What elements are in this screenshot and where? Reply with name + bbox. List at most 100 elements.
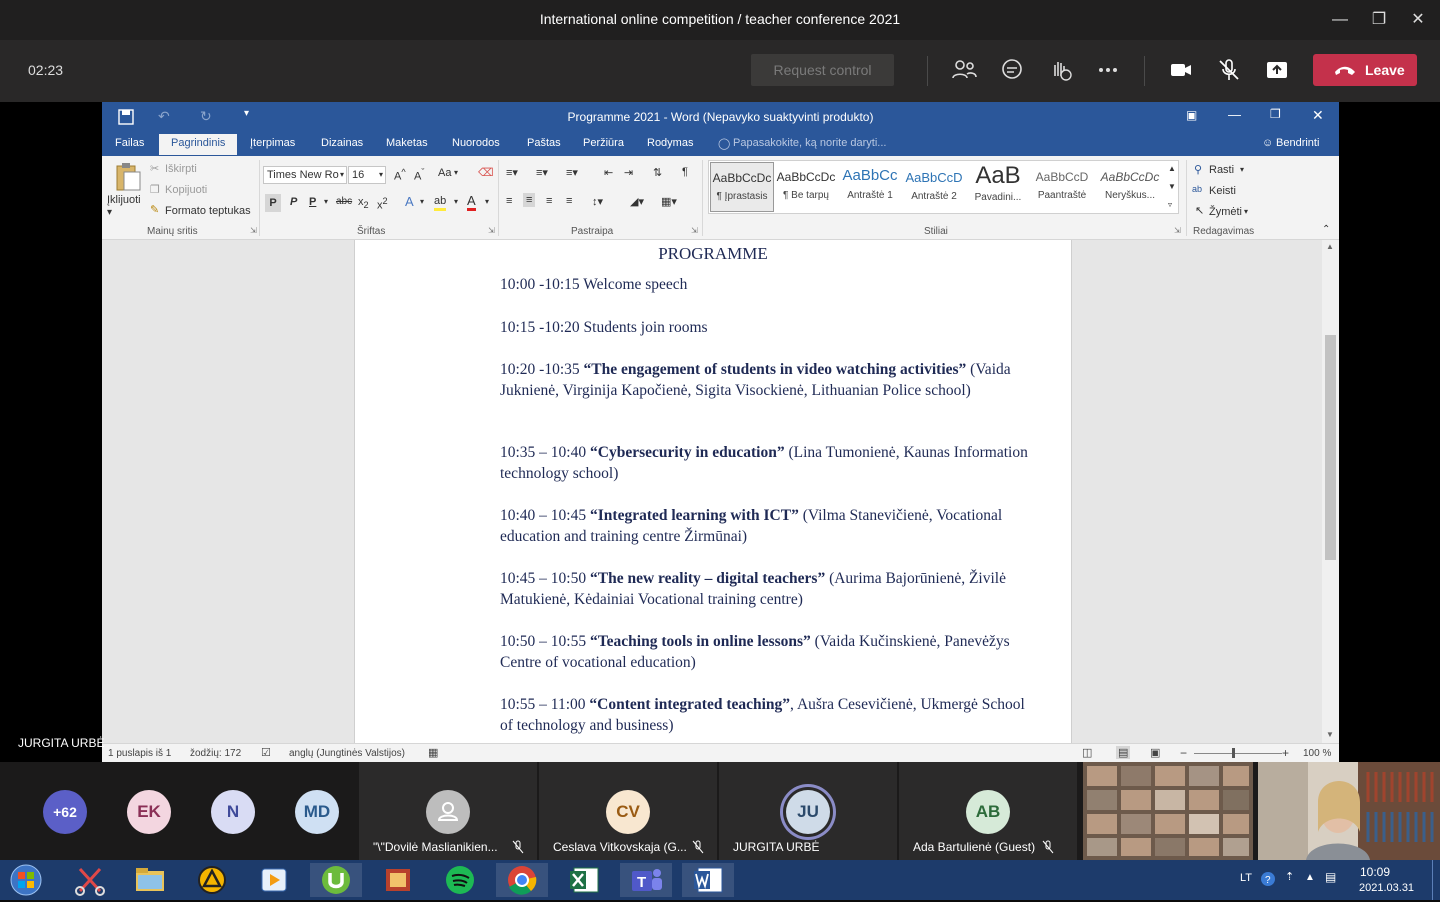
tab-file[interactable]: Failas (115, 137, 144, 149)
more-participants-button[interactable]: +62 (43, 790, 87, 834)
word-count[interactable]: žodžių: 172 (190, 748, 241, 759)
macro-icon[interactable]: ▦ (428, 746, 438, 759)
clipboard-launcher-icon[interactable]: ⇲ (250, 226, 257, 235)
increase-indent-icon[interactable]: ⇥ (624, 166, 633, 179)
shrink-font-icon[interactable]: Aˇ (414, 167, 424, 183)
grow-font-icon[interactable]: A^ (394, 167, 406, 183)
video-editor-icon[interactable] (372, 863, 424, 897)
scroll-thumb[interactable] (1325, 335, 1336, 560)
more-actions-icon[interactable] (1094, 56, 1124, 86)
collapse-ribbon-icon[interactable]: ⌃ (1322, 224, 1330, 235)
tab-references[interactable]: Nuorodos (452, 137, 500, 149)
snipping-tool-icon[interactable] (64, 863, 116, 897)
vlc-like-icon[interactable] (186, 863, 238, 897)
tell-me-search[interactable]: Papasakokite, ką norite daryti... (733, 137, 886, 149)
highlight-icon[interactable]: ab (434, 194, 447, 211)
borders-icon[interactable]: ▦▾ (661, 195, 677, 208)
zoom-in-icon[interactable]: + (1282, 746, 1289, 760)
start-button-icon[interactable] (8, 863, 44, 897)
style-normal[interactable]: AaBbCcDc ¶ Įprastasis (710, 162, 774, 212)
paste-dropdown-icon[interactable]: ▾ (107, 207, 112, 218)
font-color-dropdown-icon[interactable]: ▾ (485, 197, 489, 206)
replace-button[interactable]: Keisti (1209, 185, 1236, 197)
participant-tile[interactable]: "\"Dovilė Maslianikien... (359, 762, 537, 860)
participant-tile[interactable]: AB Ada Bartulienė (Guest) (899, 762, 1077, 860)
style-subtitle[interactable]: AaBbCcD Paantraštė (1030, 162, 1094, 212)
read-mode-icon[interactable]: ◫ (1082, 746, 1092, 759)
justify-icon[interactable]: ≡ (566, 195, 572, 207)
language-status[interactable]: anglų (Jungtinės Valstijos) (289, 748, 405, 759)
camera-icon[interactable] (1167, 56, 1197, 86)
styles-scroll-up-icon[interactable]: ▲ (1168, 164, 1176, 173)
style-heading-2[interactable]: AaBbCcD Antraštė 2 (902, 162, 966, 212)
chrome-icon[interactable] (496, 863, 548, 897)
restore-icon[interactable]: ❐ (1364, 8, 1394, 32)
help-icon[interactable]: ? (1260, 871, 1276, 887)
paragraph-launcher-icon[interactable]: ⇲ (691, 226, 698, 235)
styles-scroll-down-icon[interactable]: ▼ (1168, 182, 1176, 191)
close-icon[interactable]: ✕ (1403, 8, 1433, 32)
select-button[interactable]: Žymėti (1209, 206, 1242, 218)
zoom-slider[interactable] (1194, 753, 1282, 754)
style-subtle-emphasis[interactable]: AaBbCcDc Neryškus... (1098, 162, 1162, 212)
media-player-icon[interactable] (248, 863, 300, 897)
leave-button[interactable]: Leave (1313, 54, 1417, 86)
paste-icon[interactable] (114, 162, 142, 192)
zoom-slider-thumb[interactable] (1232, 748, 1235, 758)
chat-icon[interactable] (998, 56, 1028, 86)
sort-icon[interactable]: ⇅ (653, 166, 662, 179)
tab-view[interactable]: Rodymas (647, 137, 693, 149)
text-effects-icon[interactable]: A (405, 194, 414, 209)
tab-home[interactable]: Pagrindinis (159, 134, 238, 155)
underline-dropdown-icon[interactable]: ▾ (324, 197, 328, 206)
subscript-icon[interactable]: x2 (358, 196, 369, 210)
strikethrough-button[interactable]: abc (336, 196, 352, 207)
bullets-icon[interactable]: ≡▾ (506, 166, 518, 179)
styles-launcher-icon[interactable]: ⇲ (1174, 226, 1181, 235)
participant-avatar[interactable]: EK (127, 790, 171, 834)
shading-icon[interactable]: ◢▾ (630, 195, 644, 208)
style-no-spacing[interactable]: AaBbCcDc ¶ Be tarpų (774, 162, 838, 212)
font-size-select[interactable]: 16 ▾ (348, 166, 386, 184)
align-left-icon[interactable]: ≡ (506, 195, 512, 207)
italic-button[interactable]: P (290, 196, 297, 208)
scroll-up-icon[interactable]: ▲ (1326, 242, 1334, 251)
find-button[interactable]: Rasti (1209, 164, 1234, 176)
align-right-icon[interactable]: ≡ (546, 195, 552, 207)
share-button[interactable]: Bendrinti (1276, 137, 1319, 149)
mic-muted-icon[interactable] (1215, 56, 1245, 86)
zoom-level[interactable]: 100 % (1303, 748, 1331, 759)
show-hidden-icons[interactable]: ▲ (1305, 872, 1315, 883)
text-effects-dropdown-icon[interactable]: ▾ (420, 197, 424, 206)
font-launcher-icon[interactable]: ⇲ (488, 226, 495, 235)
print-layout-icon[interactable]: ▤ (1116, 746, 1131, 759)
participant-avatar[interactable]: MD (295, 790, 339, 834)
superscript-icon[interactable]: x2 (377, 196, 388, 212)
excel-icon[interactable] (558, 863, 610, 897)
spotify-icon[interactable] (434, 863, 486, 897)
file-explorer-icon[interactable] (124, 863, 176, 897)
show-marks-icon[interactable]: ¶ (682, 166, 688, 178)
clock-time[interactable]: 10:09 (1360, 865, 1390, 879)
clear-formatting-icon[interactable]: ⌫ (478, 166, 494, 179)
highlight-dropdown-icon[interactable]: ▾ (454, 197, 458, 206)
participant-tile[interactable]: JU JURGITA URBĖ (719, 762, 897, 860)
minimize-icon[interactable]: — (1325, 8, 1355, 32)
font-name-select[interactable]: Times New Ro ▾ (263, 166, 347, 184)
word-restore-icon[interactable]: ❐ (1270, 107, 1281, 121)
numbering-icon[interactable]: ≡▾ (536, 166, 548, 179)
document-page[interactable]: PROGRAMME 10:00 -10:15 Welcome speech 10… (354, 240, 1072, 743)
tab-layout[interactable]: Maketas (386, 137, 428, 149)
word-icon[interactable] (682, 863, 734, 897)
change-case-button[interactable]: Aa (438, 167, 451, 179)
tab-review[interactable]: Peržiūra (583, 137, 624, 149)
teams-icon[interactable]: T (620, 863, 672, 897)
change-case-dropdown-icon[interactable]: ▾ (454, 168, 458, 177)
language-indicator[interactable]: LT (1240, 872, 1260, 884)
tab-design[interactable]: Dizainas (321, 137, 363, 149)
paste-button[interactable]: Įklijuoti (107, 194, 141, 206)
select-dropdown-icon[interactable]: ▾ (1244, 207, 1248, 216)
show-desktop-button[interactable] (1432, 860, 1440, 900)
network-icon[interactable]: ▤ (1325, 870, 1336, 884)
line-spacing-icon[interactable]: ↕▾ (592, 195, 603, 208)
